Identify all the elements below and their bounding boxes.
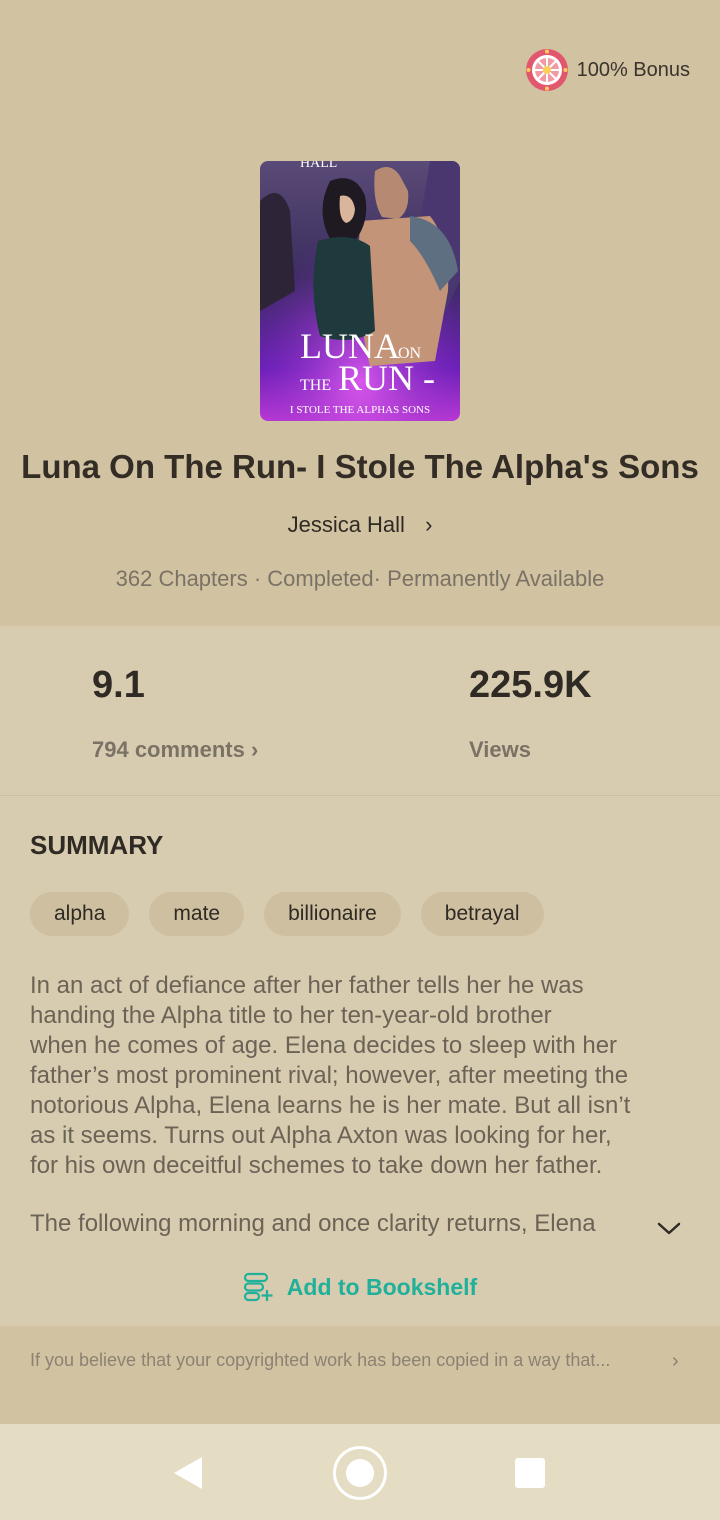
- cover-subtitle: I STOLE THE ALPHAS SONS: [290, 404, 430, 416]
- book-title: Luna On The Run- I Stole The Alpha's Son…: [21, 448, 699, 485]
- summary-heading: SUMMARY: [30, 830, 164, 860]
- chevron-right-icon: ›: [672, 1350, 679, 1372]
- chevron-right-icon: ›: [425, 512, 433, 537]
- summary-paragraph: The following morning and once clarity r…: [30, 1210, 596, 1237]
- views-value: 225.9K: [469, 664, 592, 706]
- bonus-wheel-icon: [525, 49, 568, 91]
- summary-section: SUMMARY alpha mate billionaire betrayal …: [0, 796, 720, 1326]
- cover-top-text: HALL: [300, 161, 337, 171]
- views-label: Views: [469, 737, 531, 762]
- book-meta: 362 Chapters · Completed· Permanently Av…: [115, 566, 605, 591]
- rating-value: 9.1: [92, 664, 145, 706]
- add-to-bookshelf-label: Add to Bookshelf: [286, 1273, 478, 1300]
- back-icon[interactable]: [172, 1456, 204, 1490]
- book-cover-art: HALL LUNA ON THE RUN - I STOLE THE ALPHA…: [260, 161, 460, 421]
- stats-panel: 9.1 794 comments › 225.9K Views: [0, 626, 720, 796]
- summary-paragraph: In an act of defiance after her father t…: [30, 972, 631, 1179]
- tag-list: alpha mate billionaire betrayal: [30, 892, 544, 936]
- system-navigation-bar: [0, 1424, 720, 1520]
- comments-count: 794 comments: [92, 737, 245, 762]
- recents-icon[interactable]: [514, 1457, 546, 1489]
- tag-chip[interactable]: billionaire: [264, 892, 401, 936]
- comments-link[interactable]: 794 comments ›: [92, 737, 258, 763]
- tag-chip[interactable]: alpha: [30, 892, 130, 936]
- copyright-notice-text: If you believe that your copyrighted wor…: [30, 1350, 611, 1370]
- chevron-down-icon[interactable]: [655, 1218, 683, 1238]
- author-link[interactable]: Jessica Hall ›: [0, 512, 720, 538]
- tag-chip[interactable]: betrayal: [420, 892, 544, 936]
- bonus-label: 100% Bonus: [576, 58, 690, 81]
- tag-chip[interactable]: mate: [149, 892, 245, 936]
- summary-text: In an act of defiance after her father t…: [30, 971, 695, 1239]
- chevron-right-icon: ›: [250, 737, 259, 762]
- copyright-notice[interactable]: If you believe that your copyrighted wor…: [0, 1326, 720, 1424]
- home-icon[interactable]: [332, 1445, 388, 1501]
- bonus-badge[interactable]: 100% Bonus: [525, 48, 690, 92]
- book-header: 100% Bonus HALL LUNA ON THE RUN - I STOL…: [0, 0, 720, 626]
- book-cover[interactable]: HALL LUNA ON THE RUN - I STOLE THE ALPHA…: [260, 161, 460, 421]
- author-name: Jessica Hall: [287, 512, 405, 537]
- bookshelf-add-icon: [243, 1272, 273, 1302]
- add-to-bookshelf-button[interactable]: Add to Bookshelf: [0, 1272, 720, 1302]
- cover-title-run: RUN -: [338, 358, 435, 398]
- cover-title-the: THE: [300, 377, 331, 394]
